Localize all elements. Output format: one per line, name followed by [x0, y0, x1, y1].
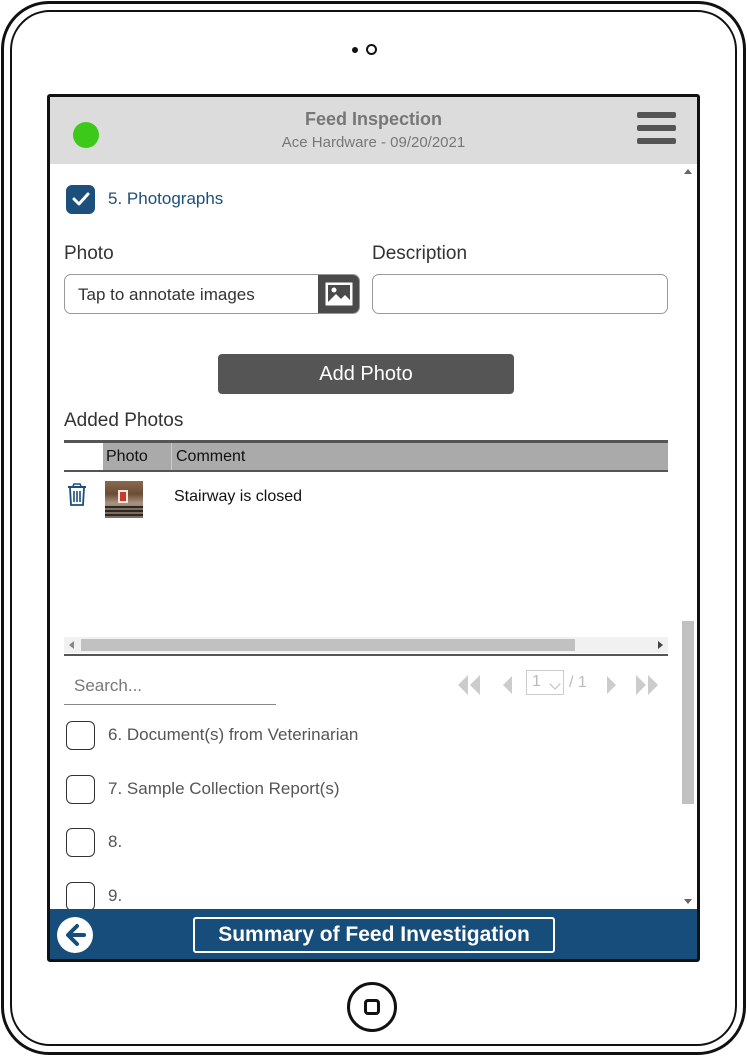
- camera-sensor-icon: [352, 47, 358, 53]
- scroll-right-icon[interactable]: [658, 641, 663, 649]
- description-label: Description: [372, 243, 468, 264]
- vertical-scrollbar[interactable]: [680, 164, 697, 909]
- page-total: / 1: [569, 674, 587, 691]
- image-picker-button[interactable]: [318, 275, 359, 313]
- home-button[interactable]: [347, 982, 397, 1032]
- app-screen: Feed Inspection Ace Hardware - 09/20/202…: [47, 94, 700, 962]
- add-photo-button[interactable]: Add Photo: [218, 354, 514, 394]
- scroll-thumb[interactable]: [682, 621, 694, 804]
- thumbnail-stairs: [105, 506, 143, 518]
- checkmark-icon: [72, 192, 89, 206]
- trash-icon[interactable]: [66, 483, 88, 507]
- app-header: Feed Inspection Ace Hardware - 09/20/202…: [50, 97, 697, 164]
- hamburger-menu-icon[interactable]: [637, 112, 677, 148]
- section-label: 6. Document(s) from Veterinarian: [108, 725, 359, 744]
- section-label: 5. Photographs: [108, 189, 224, 208]
- section-label: 8.: [108, 832, 123, 851]
- previous-page-icon[interactable]: [493, 671, 521, 699]
- section-sample-collection[interactable]: 7. Sample Collection Report(s): [66, 773, 339, 805]
- section-documents-veterinarian[interactable]: 6. Document(s) from Veterinarian: [66, 719, 358, 751]
- photo-label: Photo: [64, 243, 114, 264]
- last-page-icon[interactable]: [633, 671, 661, 699]
- section-item-9[interactable]: 9.: [66, 880, 122, 912]
- page-title: Feed Inspection: [304, 109, 443, 129]
- footer-bar: Summary of Feed Investigation: [50, 909, 697, 959]
- photo-comment: Stairway is closed: [174, 488, 303, 505]
- scroll-up-icon[interactable]: [684, 169, 692, 174]
- search-input[interactable]: [64, 667, 276, 705]
- section-photographs[interactable]: 5. Photographs: [66, 183, 223, 215]
- scroll-down-icon[interactable]: [684, 899, 692, 904]
- page-select[interactable]: 1: [526, 670, 564, 695]
- h-scroll-thumb[interactable]: [81, 639, 575, 651]
- section-checkbox[interactable]: [66, 827, 95, 857]
- next-page-icon[interactable]: [598, 671, 626, 699]
- back-button[interactable]: [57, 917, 93, 953]
- section-checkbox[interactable]: [66, 720, 95, 750]
- summary-button[interactable]: Summary of Feed Investigation: [193, 917, 555, 953]
- first-page-icon[interactable]: [455, 671, 483, 699]
- photo-annotate-field[interactable]: Tap to annotate images: [64, 274, 360, 314]
- section-label: 9.: [108, 886, 123, 905]
- page-subtitle: Ace Hardware - 09/20/2021: [281, 134, 466, 151]
- image-icon: [325, 282, 352, 306]
- section-label: 7. Sample Collection Report(s): [108, 779, 340, 798]
- section-checkbox[interactable]: [66, 774, 95, 804]
- thumbnail-sign: [118, 490, 128, 503]
- grid-header: Photo Comment: [64, 440, 668, 472]
- grid-divider: [64, 654, 668, 656]
- added-photos-title: Added Photos: [64, 410, 184, 431]
- added-photos-grid: Photo Comment Stairway is closed: [64, 440, 668, 657]
- arrow-left-icon: [66, 924, 86, 946]
- section-checkbox[interactable]: [66, 184, 95, 214]
- column-header-photo[interactable]: Photo: [103, 443, 171, 470]
- scroll-left-icon[interactable]: [69, 641, 74, 649]
- section-item-8[interactable]: 8.: [66, 826, 122, 858]
- home-square-icon: [364, 999, 380, 1015]
- horizontal-scrollbar[interactable]: [64, 637, 668, 653]
- camera-icon: [366, 44, 377, 55]
- photo-annotate-placeholder: Tap to annotate images: [78, 285, 255, 304]
- table-row[interactable]: Stairway is closed: [64, 476, 668, 518]
- description-input[interactable]: [372, 274, 668, 314]
- chevron-down-icon: [549, 678, 561, 690]
- page-select-value: 1: [532, 673, 541, 690]
- photo-thumbnail[interactable]: [105, 481, 143, 518]
- section-checkbox[interactable]: [66, 881, 95, 911]
- column-header-comment[interactable]: Comment: [171, 443, 668, 470]
